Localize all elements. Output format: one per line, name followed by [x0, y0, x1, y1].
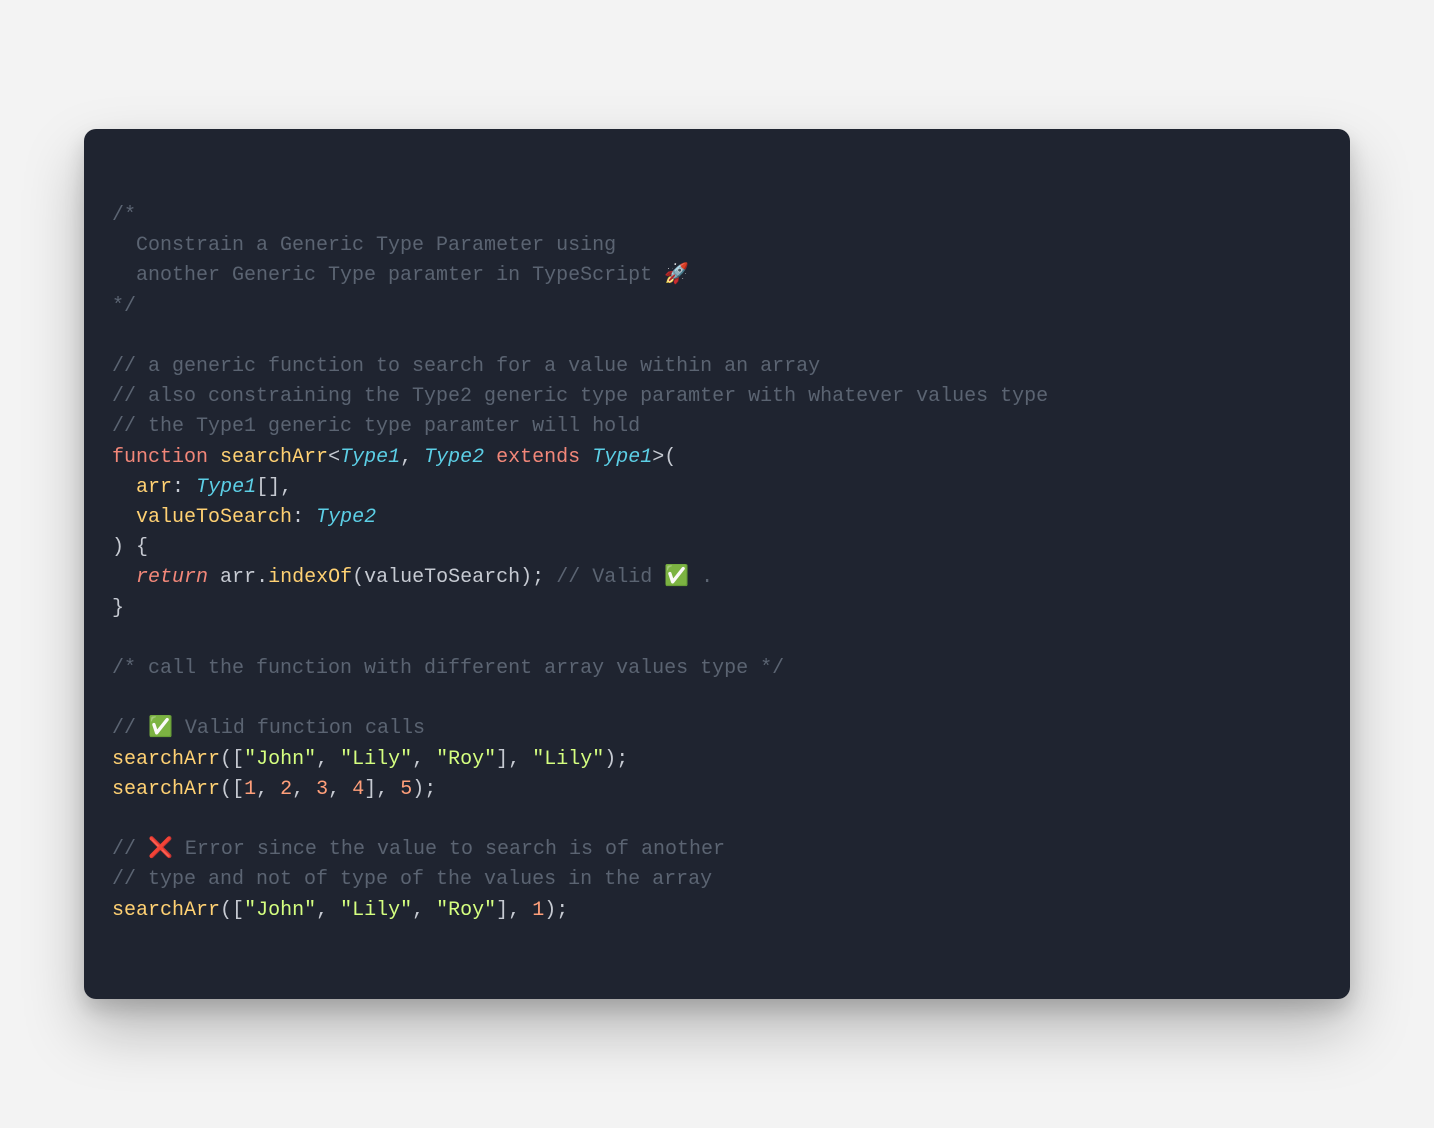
- identifier: arr: [220, 566, 256, 589]
- type-param: Type1: [592, 446, 652, 469]
- comment-line: */: [112, 295, 136, 318]
- punct: ,: [316, 748, 328, 771]
- punct: ,: [412, 899, 424, 922]
- punct: []: [256, 476, 280, 499]
- punct: [: [232, 899, 244, 922]
- punct: ,: [316, 899, 328, 922]
- punct: [: [232, 748, 244, 771]
- function-call: searchArr: [112, 899, 220, 922]
- function-name: searchArr: [220, 446, 328, 469]
- punct: ,: [256, 778, 268, 801]
- string-literal: "Roy": [436, 899, 496, 922]
- punct: ,: [280, 476, 292, 499]
- punct: ;: [616, 748, 628, 771]
- punct: [: [232, 778, 244, 801]
- punct: }: [112, 597, 124, 620]
- number-literal: 1: [244, 778, 256, 801]
- string-literal: "Lily": [532, 748, 604, 771]
- punct: ): [412, 778, 424, 801]
- keyword-return: return: [136, 566, 208, 589]
- comment-line: /*: [112, 204, 136, 227]
- punct: ): [520, 566, 532, 589]
- punct: .: [256, 566, 268, 589]
- punct: ]: [496, 748, 508, 771]
- punct: ,: [412, 748, 424, 771]
- punct: ,: [292, 778, 304, 801]
- punct: ;: [532, 566, 544, 589]
- number-literal: 2: [280, 778, 292, 801]
- comment-line: // ❌ Error since the value to search is …: [112, 838, 725, 861]
- param-name: arr: [136, 476, 172, 499]
- punct: ,: [328, 778, 340, 801]
- punct: ): [112, 536, 124, 559]
- number-literal: 5: [400, 778, 412, 801]
- punct: ,: [508, 748, 520, 771]
- identifier: valueToSearch: [364, 566, 520, 589]
- comment-line: // type and not of type of the values in…: [112, 868, 712, 891]
- param-name: valueToSearch: [136, 506, 292, 529]
- punct: ,: [400, 446, 412, 469]
- string-literal: "John": [244, 899, 316, 922]
- punct: ;: [556, 899, 568, 922]
- function-call: searchArr: [112, 778, 220, 801]
- punct: ,: [376, 778, 388, 801]
- comment-line: Constrain a Generic Type Parameter using: [112, 234, 616, 257]
- code-block: /* Constrain a Generic Type Parameter us…: [112, 201, 1322, 926]
- punct: ,: [508, 899, 520, 922]
- comment-line: another Generic Type paramter in TypeScr…: [112, 264, 689, 287]
- comment-line: // the Type1 generic type paramter will …: [112, 415, 640, 438]
- punct: (: [664, 446, 676, 469]
- punct: ]: [496, 899, 508, 922]
- punct: (: [220, 748, 232, 771]
- string-literal: "Lily": [340, 748, 412, 771]
- comment-inline: // Valid ✅ .: [556, 566, 713, 589]
- punct: :: [172, 476, 184, 499]
- keyword-extends: extends: [496, 446, 580, 469]
- comment-line: /* call the function with different arra…: [112, 657, 784, 680]
- punct: ): [544, 899, 556, 922]
- string-literal: "John": [244, 748, 316, 771]
- number-literal: 3: [316, 778, 328, 801]
- type-param: Type2: [424, 446, 484, 469]
- punct: <: [328, 446, 340, 469]
- function-call: searchArr: [112, 748, 220, 771]
- method-name: indexOf: [268, 566, 352, 589]
- punct: (: [220, 899, 232, 922]
- type-ref: Type1: [196, 476, 256, 499]
- type-ref: Type2: [316, 506, 376, 529]
- comment-line: // a generic function to search for a va…: [112, 355, 820, 378]
- punct: ]: [364, 778, 376, 801]
- comment-line: // also constraining the Type2 generic t…: [112, 385, 1048, 408]
- number-literal: 4: [352, 778, 364, 801]
- punct: :: [292, 506, 304, 529]
- punct: ;: [424, 778, 436, 801]
- number-literal: 1: [532, 899, 544, 922]
- string-literal: "Roy": [436, 748, 496, 771]
- string-literal: "Lily": [340, 899, 412, 922]
- punct: ): [604, 748, 616, 771]
- punct: (: [352, 566, 364, 589]
- comment-line: // ✅ Valid function calls: [112, 717, 425, 740]
- punct: {: [136, 536, 148, 559]
- keyword-function: function: [112, 446, 208, 469]
- type-param: Type1: [340, 446, 400, 469]
- code-card: /* Constrain a Generic Type Parameter us…: [84, 129, 1350, 999]
- punct: (: [220, 778, 232, 801]
- punct: >: [652, 446, 664, 469]
